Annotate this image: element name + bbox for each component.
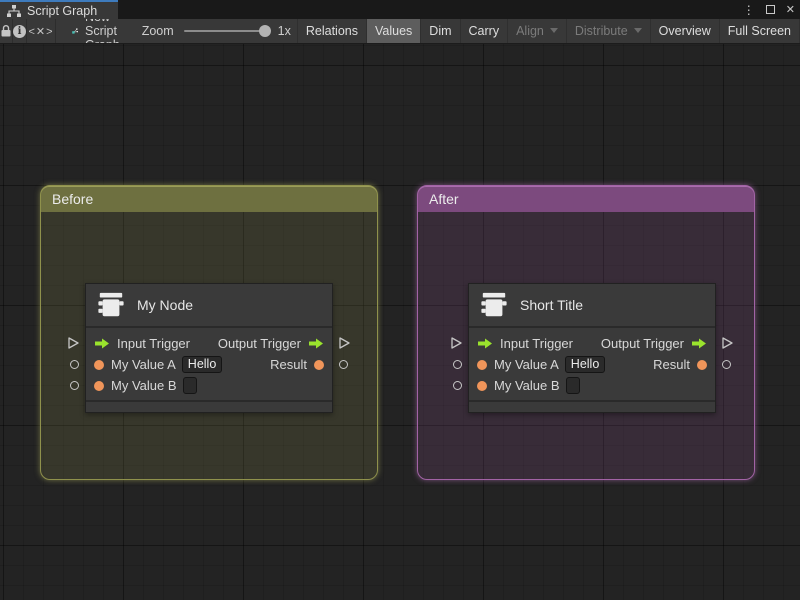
zoom-value: 1x	[277, 24, 291, 38]
port-row: Input Trigger Output Trigger	[469, 333, 715, 354]
info-button[interactable]: i	[13, 19, 26, 43]
value-in-port-icon[interactable]	[94, 359, 104, 370]
flow-out-port-icon[interactable]	[691, 338, 707, 349]
value-out-port-icon[interactable]	[697, 359, 707, 370]
lock-button[interactable]	[0, 19, 12, 43]
value-in-port-icon[interactable]	[94, 380, 104, 391]
flow-output-connection-point[interactable]	[721, 336, 734, 355]
graph-asset-name: New Script Graph	[85, 19, 120, 43]
tab-bar: Script Graph ⋮ ✕	[0, 0, 800, 19]
kebab-menu-icon[interactable]: ⋮	[743, 3, 755, 17]
distribute-dropdown-button[interactable]: Distribute	[565, 19, 650, 43]
node-footer	[86, 400, 332, 412]
port-label: Input Trigger	[500, 336, 573, 351]
graph-hierarchy-icon	[7, 4, 21, 17]
toolbar-separator	[54, 19, 56, 43]
node-body: Input Trigger Output Trigger My Value A …	[469, 328, 715, 400]
value-input-connection-point[interactable]	[70, 381, 79, 390]
carry-button[interactable]: Carry	[459, 19, 508, 43]
node-header[interactable]: Short Title	[469, 284, 715, 328]
tab-title: Script Graph	[27, 3, 98, 18]
value-in-port-icon[interactable]	[477, 380, 487, 391]
value-output-connection-point[interactable]	[339, 360, 348, 369]
maximize-icon[interactable]	[765, 5, 775, 14]
port-row: My Value B	[86, 375, 332, 396]
flow-out-port-icon[interactable]	[308, 338, 324, 349]
group-before-header[interactable]: Before	[41, 186, 377, 212]
flow-in-port-icon[interactable]	[94, 338, 110, 349]
port-row: My Value A Hello Result	[469, 354, 715, 375]
overview-button[interactable]: Overview	[649, 19, 719, 43]
values-button[interactable]: Values	[366, 19, 421, 43]
graph-canvas[interactable]: Before After My Node Input Trigger Outpu…	[0, 44, 800, 600]
port-row: Input Trigger Output Trigger	[86, 333, 332, 354]
unit-node-icon	[481, 292, 507, 317]
close-icon[interactable]: ✕	[786, 3, 795, 16]
port-label: Output Trigger	[600, 336, 684, 351]
graph-asset-label[interactable]: New Script Graph	[72, 19, 128, 43]
value-in-port-icon[interactable]	[477, 359, 487, 370]
value-input-connection-point[interactable]	[70, 360, 79, 369]
node-title: Short Title	[520, 297, 584, 313]
align-dropdown-button[interactable]: Align	[507, 19, 566, 43]
node-footer	[469, 400, 715, 412]
info-icon: i	[13, 24, 26, 38]
unit-node-icon	[98, 292, 124, 317]
group-after-header[interactable]: After	[418, 186, 754, 212]
flow-input-connection-point[interactable]	[450, 336, 463, 355]
toolbar-button-row: Relations Values Dim Carry Align Distrib…	[296, 19, 800, 43]
fullscreen-button[interactable]: Full Screen	[718, 19, 800, 43]
node-title: My Node	[137, 297, 194, 313]
value-input-connection-point[interactable]	[453, 360, 462, 369]
zoom-label: Zoom	[141, 24, 174, 38]
node-my-node[interactable]: My Node Input Trigger Output Trigger My …	[68, 283, 350, 413]
graph-toolbar: i <✕> New Script Graph Zoom 1x Relations…	[0, 19, 800, 44]
dim-button[interactable]: Dim	[420, 19, 459, 43]
port-label: My Value B	[111, 378, 177, 393]
port-label: Result	[270, 357, 307, 372]
zoom-slider[interactable]	[183, 25, 271, 37]
value-input-field[interactable]: Hello	[181, 356, 223, 373]
value-input-field[interactable]: Hello	[564, 356, 606, 373]
port-label: My Value B	[494, 378, 560, 393]
port-label: My Value A	[111, 357, 176, 372]
tab-script-graph[interactable]: Script Graph	[0, 0, 118, 19]
port-label: Input Trigger	[117, 336, 190, 351]
port-label: Result	[653, 357, 690, 372]
group-title: Before	[52, 191, 94, 207]
node-header[interactable]: My Node	[86, 284, 332, 328]
node-short-title[interactable]: Short Title Input Trigger Output Trigger…	[451, 283, 733, 413]
value-input-connection-point[interactable]	[453, 381, 462, 390]
port-row: My Value A Hello Result	[86, 354, 332, 375]
window-controls: ⋮ ✕	[743, 0, 795, 19]
value-out-port-icon[interactable]	[314, 359, 324, 370]
flow-input-connection-point[interactable]	[67, 336, 80, 355]
lock-icon	[1, 25, 11, 37]
value-input-field[interactable]	[565, 377, 580, 394]
code-icon: <✕>	[28, 25, 54, 38]
flow-output-connection-point[interactable]	[338, 336, 351, 355]
value-output-connection-point[interactable]	[722, 360, 731, 369]
value-input-field[interactable]	[182, 377, 197, 394]
port-label: Output Trigger	[217, 336, 301, 351]
relations-button[interactable]: Relations	[296, 19, 366, 43]
script-graph-icon	[72, 28, 78, 34]
node-body: Input Trigger Output Trigger My Value A …	[86, 328, 332, 400]
code-preview-button[interactable]: <✕>	[27, 19, 55, 43]
flow-in-port-icon[interactable]	[477, 338, 493, 349]
zoom-slider-handle[interactable]	[258, 25, 271, 37]
port-row: My Value B	[469, 375, 715, 396]
group-title: After	[429, 191, 459, 207]
port-label: My Value A	[494, 357, 559, 372]
